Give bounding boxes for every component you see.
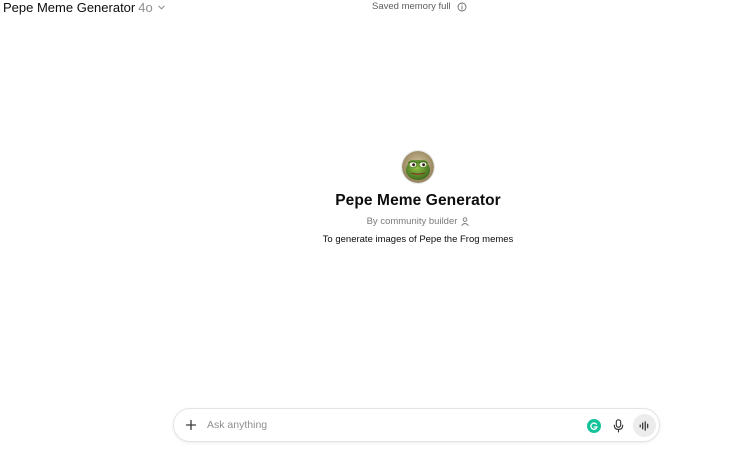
pepe-avatar-icon [402,151,434,183]
chevron-down-icon [157,2,167,12]
memory-status: Saved memory full [372,0,467,13]
gpt-name: Pepe Meme Generator [335,192,501,209]
gpt-description: To generate images of Pepe the Frog meme… [322,234,514,245]
voice-mode-button[interactable] [633,414,656,437]
model-switcher-button[interactable]: Pepe Meme Generator 4o [3,0,167,15]
prompt-input[interactable] [207,416,567,434]
grammarly-icon [590,422,598,430]
model-version-label: 4o [138,0,153,15]
info-icon[interactable] [457,2,467,12]
voice-mode-icon [639,420,649,431]
avatar [402,151,434,183]
microphone-icon [613,419,623,433]
composer [173,408,660,442]
gpt-title: Pepe Meme Generator [3,0,136,15]
chat-page: Pepe Meme Generator 4o Saved memory full [0,0,731,449]
grammarly-button[interactable] [587,419,601,433]
gpt-intro: Pepe Meme Generator By community builder… [230,151,606,245]
plus-icon [185,419,197,431]
byline-text: By community builder [366,216,458,227]
attach-button[interactable] [183,417,199,433]
microphone-button[interactable] [611,418,625,434]
person-icon [460,217,469,226]
memory-status-text: Saved memory full [372,1,451,12]
gpt-byline: By community builder [367,216,470,227]
